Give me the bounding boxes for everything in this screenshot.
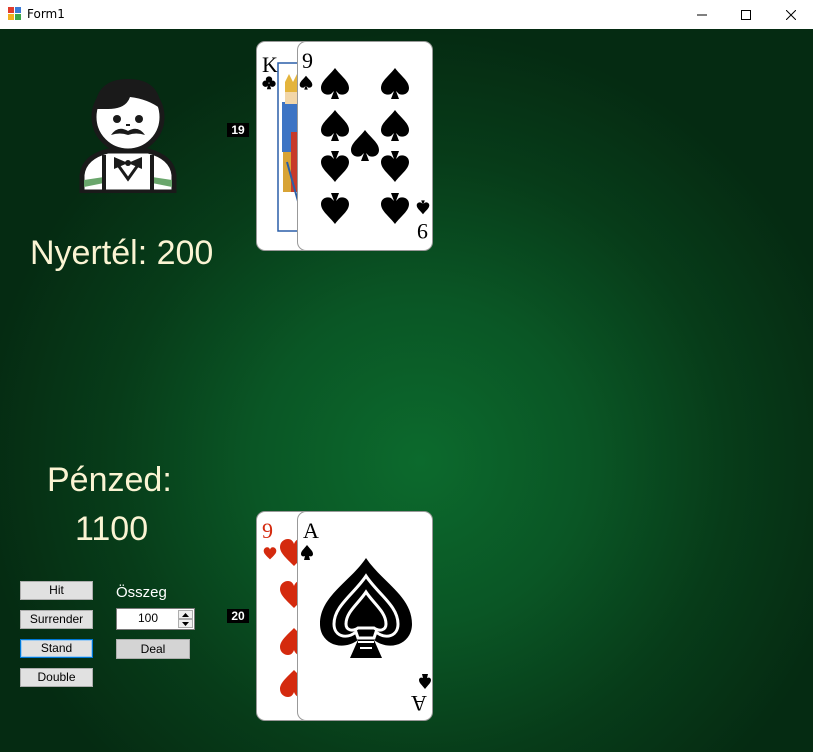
card-rank-corner: A (411, 691, 427, 716)
heart-pips-icon (263, 539, 302, 697)
maximize-button[interactable] (723, 0, 769, 29)
spade-pips-icon (299, 68, 430, 224)
double-button[interactable]: Double (20, 668, 93, 687)
stand-button[interactable]: Stand (20, 639, 93, 658)
result-text: Nyertél: 200 (30, 234, 214, 272)
dealer-card-2: 9 9 (297, 41, 433, 251)
chevron-down-icon (182, 621, 189, 626)
spin-down-button[interactable] (178, 619, 193, 628)
bet-amount-stepper[interactable]: 100 (116, 608, 195, 630)
surrender-button[interactable]: Surrender (20, 610, 93, 629)
minimize-button[interactable] (679, 0, 725, 29)
player-score: 20 (227, 609, 249, 623)
close-button[interactable] (768, 0, 813, 29)
deal-button[interactable]: Deal (116, 639, 190, 659)
card-rank: K (262, 52, 278, 77)
close-icon (786, 9, 796, 20)
spin-up-button[interactable] (178, 610, 193, 619)
money-label: Pénzed: (47, 461, 172, 499)
app-icon (8, 7, 21, 20)
title-bar[interactable]: Form1 (0, 0, 813, 29)
minimize-icon (697, 14, 707, 15)
window-title: Form1 (27, 7, 65, 21)
club-icon (262, 76, 276, 90)
hit-button[interactable]: Hit (20, 581, 93, 600)
money-value: 1100 (75, 510, 149, 548)
player-card-2: A A (297, 511, 433, 721)
chevron-up-icon (182, 612, 189, 617)
dealer-avatar (79, 79, 177, 193)
dealer-score: 19 (227, 123, 249, 137)
bet-label: Összeg (116, 584, 167, 601)
maximize-icon (741, 9, 751, 20)
bet-amount-value[interactable]: 100 (117, 611, 179, 625)
card-rank-corner: 9 (417, 219, 428, 244)
